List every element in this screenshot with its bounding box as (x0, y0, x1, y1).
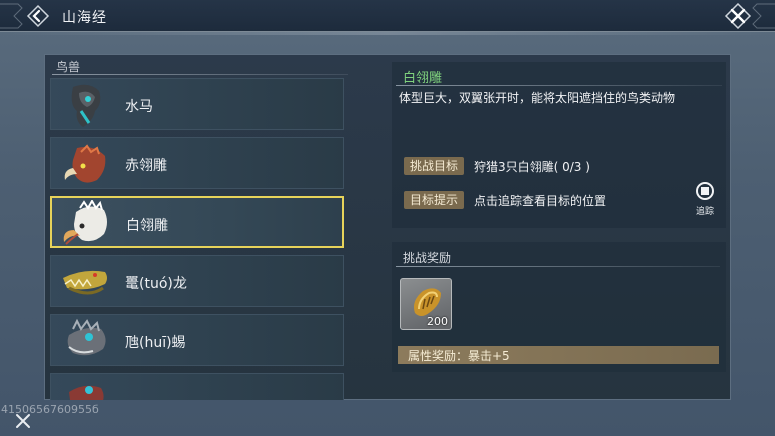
list-item[interactable]: 虺(huī)蜴 (50, 314, 344, 366)
attribute-reward-text: 属性奖励：暴击+5 (408, 349, 510, 363)
track-button[interactable]: 追踪 (690, 182, 720, 218)
divider (396, 85, 722, 86)
crocodile-dragon-portrait-icon (63, 270, 107, 295)
target-hint-tag: 目标提示 (404, 191, 465, 209)
title-bar: 山海经 (0, 0, 775, 35)
divider (396, 266, 720, 267)
red-eagle-portrait-icon (64, 144, 106, 183)
track-icon (696, 182, 714, 200)
challenge-target-value: 狩猎3只白翎雕( 0/3 ) (474, 160, 590, 174)
lizard-portrait-icon (67, 318, 106, 356)
list-item-label: 鼍(tuó)龙 (125, 276, 187, 292)
list-item-label: … (125, 391, 139, 400)
back-button[interactable] (24, 4, 52, 28)
attribute-reward-bar: 属性奖励：暴击+5 (398, 346, 719, 364)
close-button[interactable] (721, 2, 755, 30)
list-item[interactable]: … (50, 373, 344, 400)
close-icon (16, 414, 30, 428)
list-item-label: 赤翎雕 (125, 158, 167, 174)
reward-title: 挑战奖励 (403, 251, 452, 265)
list-item-label: 水马 (125, 99, 153, 115)
list-item-label: 白翎雕 (126, 218, 168, 234)
list-item-label: 虺(huī)蜴 (125, 335, 186, 351)
list-item[interactable]: 水马 (50, 78, 344, 130)
divider (52, 74, 348, 75)
challenge-target-tag: 挑战目标 (404, 157, 465, 175)
reward-item-count: 200 (427, 315, 448, 328)
list-item[interactable]: 赤翎雕 (50, 137, 344, 189)
target-hint-value: 点击追踪查看目标的位置 (474, 194, 607, 208)
creature-description: 体型巨大，双翼张开时，能将太阳遮挡住的鸟类动物 (399, 91, 676, 105)
list-item[interactable]: 鼍(tuó)龙 (50, 255, 344, 307)
close-icon (724, 2, 752, 30)
track-label: 追踪 (695, 207, 714, 217)
partial-portrait-icon (69, 385, 104, 400)
creature-list[interactable]: 鸟兽 水马 赤翎雕 白翎雕 鼍(tuó)龙 虺(huī)蜴 … (46, 56, 352, 400)
detail-title: 白翎雕 (403, 71, 443, 86)
page-title: 山海经 (62, 10, 107, 26)
corner-close-button[interactable] (14, 412, 32, 430)
list-header: 鸟兽 (56, 60, 81, 74)
back-arrow-icon (26, 4, 50, 28)
white-eagle-portrait-icon (63, 200, 107, 245)
reward-item-slot[interactable]: 200 (400, 278, 452, 330)
list-item-selected[interactable]: 白翎雕 (50, 196, 344, 248)
water-horse-portrait-icon (71, 84, 101, 127)
